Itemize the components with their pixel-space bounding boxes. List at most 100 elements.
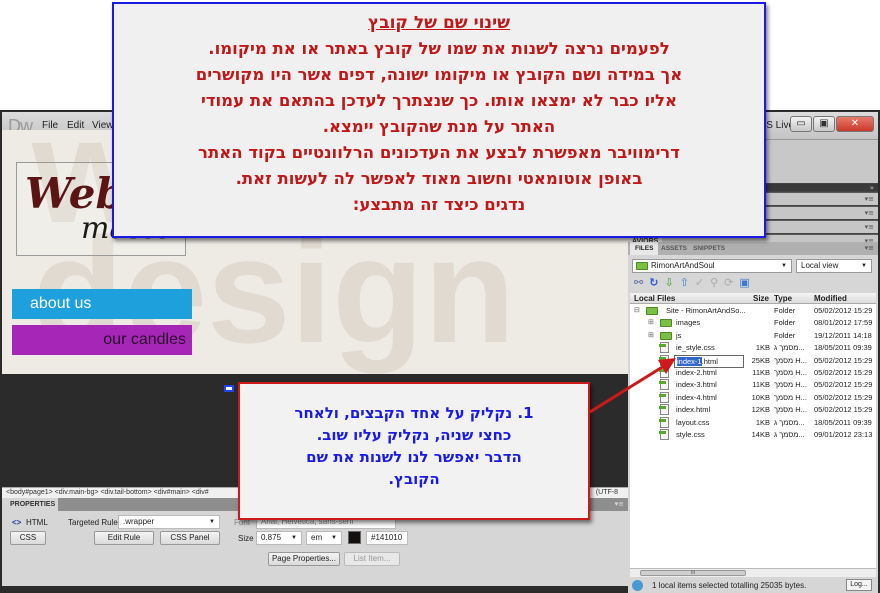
file-icon [659,367,669,378]
properties-tab[interactable]: PROPERTIES [2,498,58,511]
scroll-thumb[interactable]: III [640,570,746,576]
file-row[interactable]: ie_style.css 1KB מסמך ג... 18/05/2011 09:39 [630,342,876,354]
targeted-rule-select[interactable]: .wrapper ▼ [118,515,220,529]
view-value: Local view [801,261,839,270]
page-properties-button[interactable]: Page Properties... [268,552,340,566]
file-modified: 19/12/2011 14:18 [814,330,872,340]
file-row[interactable]: index-4.html 10KB מסמך H... 05/02/2012 15:2… [630,391,876,404]
size-select[interactable]: 0.875 ▼ [256,531,302,545]
file-row[interactable]: index-2.html 11KB מסמך H... 05/02/2012 15:2… [630,367,876,379]
folder-icon [636,262,648,270]
put-files-icon[interactable]: ⇧ [680,276,689,289]
connect-icon[interactable]: ⚯ [634,276,643,289]
status-text: 1 local items selected totalling 25035 b… [652,581,807,590]
selected-text: index-1 [677,356,702,366]
file-modified: 09/01/2012 23:13 [814,430,873,439]
sync-icon: ⟳ [724,276,734,289]
file-size: 25KB [751,355,770,365]
check-in-icon: ⚲ [710,276,719,289]
file-name: index-2.html [676,368,717,377]
panel-menu-icon[interactable]: ▾≡ [615,500,624,508]
file-name: index-3.html [676,380,717,390]
tab-assets[interactable]: ASSETS [656,242,692,255]
file-icon [659,404,669,416]
file-type: Folder [774,330,796,340]
file-type: מסמך H... [774,392,807,402]
nav-our-candles[interactable]: our candles [12,325,192,355]
color-input[interactable]: #141010 [366,531,408,545]
log-button[interactable]: Log... [846,579,872,591]
panel-menu-icon[interactable]: ▾≡ [865,209,874,217]
col-modified[interactable]: Modified [814,293,847,304]
callout-line: האתר על מנת שהקובץ יימצא. [322,117,556,136]
file-row[interactable]: ⊞ images Folder 08/01/2012 17:59 [630,317,876,329]
col-local-files[interactable]: Local Files [634,293,675,304]
expand-toggle-icon[interactable]: ⊞ [648,330,654,342]
view-select[interactable]: Local view ▼ [796,259,872,273]
file-modified: 05/02/2012 15:29 [814,368,873,377]
col-type[interactable]: Type [774,293,792,304]
callout-line: אך במידה ושם הקובץ או מיקומו ישונה, דפים… [195,65,683,84]
file-row[interactable]: ⊟ Site - RimonArtAndSo... Folder 05/02/2012… [630,305,876,317]
callout-step-1: 1. נקליק על אחד הקבצים, ולאחר כחצי שניה,… [238,382,590,520]
col-size[interactable]: Size [753,293,769,304]
file-name: index.html [676,405,711,415]
css-panel-button[interactable]: CSS Panel [160,531,220,545]
unit-select[interactable]: em ▼ [306,531,342,545]
nav-about-us[interactable]: about us [12,289,192,319]
callout-line: אליו כבר לא ימצאו אותו. כך שנצתרך לעדכן … [200,91,678,110]
file-size: 12KB [751,405,770,415]
size-value: 0.875 [261,533,282,542]
close-button[interactable]: ✕ [836,116,874,132]
expand-icon[interactable]: ▣ [739,276,749,289]
html-code-icon: <> [12,518,22,527]
file-icon [659,342,669,354]
restore-button[interactable]: ▣ [813,116,835,132]
encoding-label: (UTF-8 [595,489,618,496]
collapse-toggle-icon[interactable]: ⊟ [634,305,640,317]
file-modified: 05/02/2012 15:29 [814,380,873,390]
file-modified: 18/05/2011 09:39 [814,343,872,353]
refresh-icon[interactable]: ↻ [649,276,658,289]
file-name: js [676,330,682,340]
callout-title: שינוי שם של קובץ [367,13,511,33]
file-icon [659,354,669,366]
collapse-icon[interactable]: » [870,184,874,192]
file-name: index-4.html [676,392,717,402]
color-swatch[interactable] [348,531,361,544]
file-row[interactable]: index-1.html 25KB מסמך H... 05/02/2012 15:2… [630,354,876,368]
file-row[interactable]: style.css 14KB מסמך ג... 09/01/2012 23:13 [630,429,876,441]
callout-line: 1. נקליק על אחד הקבצים, ולאחר [294,404,534,422]
files-panel-body: FILES ASSETS SNIPPETS ▾≡ RimonArtAndSoul… [628,242,878,593]
panel-menu-icon[interactable]: ▾≡ [865,223,874,231]
files-panel-tabs: FILES ASSETS SNIPPETS ▾≡ [628,242,878,255]
file-name: ie_style.css [676,343,715,353]
file-name: images [676,318,701,328]
list-item-button: List Item... [344,552,400,566]
get-files-icon[interactable]: ⇩ [664,276,673,289]
file-name: layout.css [676,417,710,427]
panel-menu-icon[interactable]: ▾≡ [865,195,874,203]
expand-toggle-icon[interactable]: ⊞ [648,317,654,329]
file-modified: 05/02/2012 15:29 [814,355,873,365]
minimize-button[interactable]: ▭ [790,116,812,132]
file-row[interactable]: index-3.html 11KB מסמך H... 05/02/2012 15:2… [630,379,876,391]
panel-menu-icon[interactable]: ▾≡ [865,244,874,252]
file-size: 11KB [752,368,770,377]
file-size: 10KB [751,392,770,402]
html-mode-button[interactable]: HTML [26,518,48,527]
rename-input[interactable]: index-1.html [674,354,744,368]
site-select[interactable]: RimonArtAndSoul ▼ [632,259,792,273]
file-row[interactable]: ⊞ js Folder 19/12/2011 14:18 [630,330,876,342]
horizontal-scrollbar[interactable]: III [630,568,876,577]
css-mode-button[interactable]: CSS [10,531,46,545]
file-modified: 05/02/2012 15:29 [814,306,873,315]
files-table: Local Files Size Type Modified ⊟ Site - R… [630,293,876,568]
tab-files[interactable]: FILES [630,242,659,255]
tag-path[interactable]: <body#page1> <div.main-bg> <div.tail-bot… [6,489,209,496]
tab-snippets[interactable]: SNIPPETS [688,242,730,255]
edit-rule-button[interactable]: Edit Rule [94,531,154,545]
file-type: מסמך ג... [774,430,805,439]
file-row[interactable]: layout.css 1KB מסמך ג... 18/05/2011 09:39 [630,416,876,429]
file-row[interactable]: index.html 12KB מסמך H... 05/02/2012 15:29 [630,404,876,416]
